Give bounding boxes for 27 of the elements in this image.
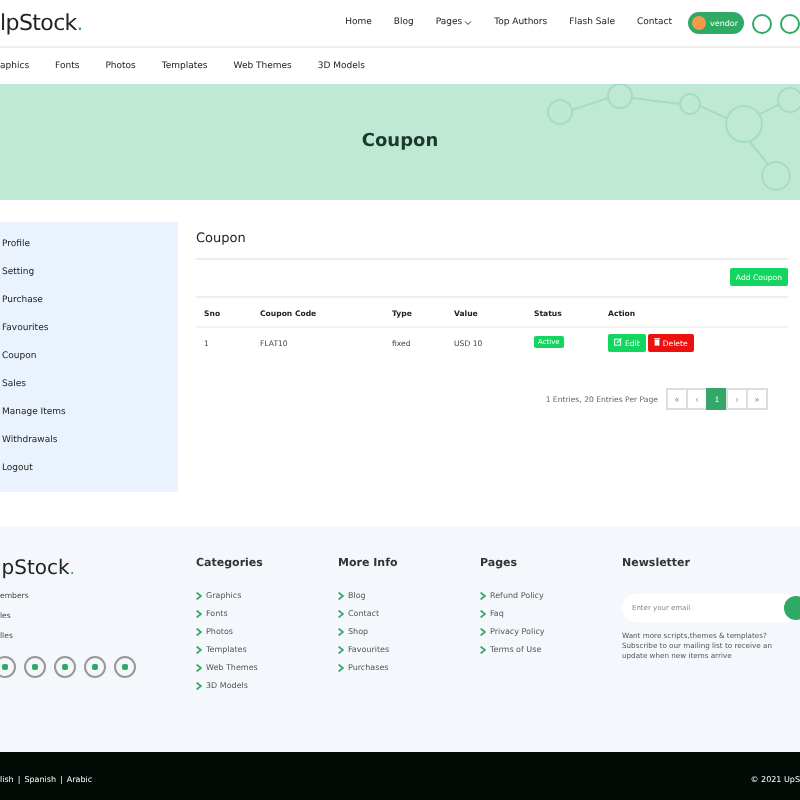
avatar-icon bbox=[692, 16, 706, 30]
chevron-icon bbox=[338, 645, 344, 653]
chevron-icon bbox=[480, 609, 486, 617]
circle-button[interactable] bbox=[780, 13, 800, 33]
site-logo: lpStock. bbox=[0, 10, 83, 36]
chevron-icon bbox=[480, 627, 486, 635]
social-icon[interactable] bbox=[84, 656, 106, 678]
chevron-icon bbox=[196, 591, 202, 599]
chevron-icon bbox=[338, 591, 344, 599]
chevron-icon bbox=[480, 591, 486, 599]
social-icon[interactable] bbox=[114, 656, 136, 678]
trash-icon bbox=[653, 338, 660, 346]
chevron-icon bbox=[196, 645, 202, 653]
chevron-icon bbox=[196, 627, 202, 635]
chevron-icon bbox=[338, 663, 344, 671]
chevron-icon bbox=[196, 663, 202, 671]
page-title: Coupon bbox=[361, 132, 439, 152]
chevron-icon bbox=[338, 627, 344, 635]
social-icon[interactable] bbox=[24, 656, 46, 678]
edit-icon bbox=[614, 338, 622, 346]
chevron-icon bbox=[338, 609, 344, 617]
footer-logo: lpStock. bbox=[0, 558, 77, 580]
social-icon[interactable] bbox=[54, 656, 76, 678]
chevron-icon bbox=[196, 681, 202, 689]
chevron-icon bbox=[480, 645, 486, 653]
social-icon[interactable] bbox=[0, 656, 16, 678]
chevron-icon bbox=[196, 609, 202, 617]
